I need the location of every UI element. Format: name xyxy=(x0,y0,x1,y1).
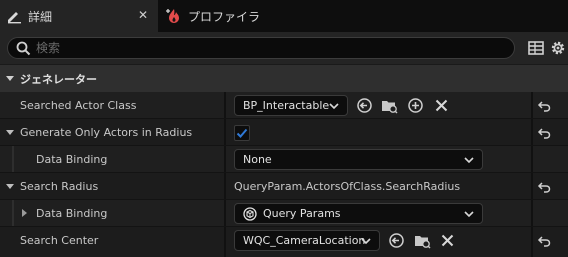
property-row-search-radius: Search Radius QueryParam.ActorsOfClass.S… xyxy=(0,173,568,200)
reset-to-default-icon[interactable] xyxy=(537,127,551,139)
chevron-down-icon xyxy=(361,238,371,245)
chevron-right-icon[interactable] xyxy=(22,209,27,217)
class-picker-combo[interactable]: BP_Interactable xyxy=(234,95,348,116)
property-label: Generate Only Actors in Radius xyxy=(20,126,193,139)
checkmark-icon xyxy=(236,128,248,138)
property-label: Data Binding xyxy=(36,207,108,220)
property-label: Search Radius xyxy=(20,180,99,193)
property-row-data-binding: Data Binding None xyxy=(0,146,568,173)
search-icon xyxy=(16,41,31,56)
divider xyxy=(531,173,533,200)
search-radius-value: QueryParam.ActorsOfClass.SearchRadius xyxy=(234,180,461,193)
section-generator[interactable]: ジェネレーター xyxy=(0,64,568,92)
close-icon[interactable]: ✕ xyxy=(136,8,150,22)
pencil-icon xyxy=(5,7,23,25)
tab-profiler-label: プロファイラ xyxy=(188,9,261,24)
use-selected-icon[interactable] xyxy=(388,232,405,249)
property-row-generate-only-in-radius: Generate Only Actors in Radius xyxy=(0,119,568,146)
browse-folder-icon[interactable] xyxy=(381,97,398,114)
generate-only-in-radius-checkbox[interactable] xyxy=(234,125,250,141)
section-label: ジェネレーター xyxy=(20,72,97,86)
clear-icon[interactable] xyxy=(439,232,456,249)
reset-to-default-icon[interactable] xyxy=(537,100,551,112)
tab-profiler[interactable]: プロファイラ xyxy=(160,0,290,32)
divider xyxy=(531,200,533,227)
chevron-down-icon[interactable] xyxy=(6,184,14,189)
divider xyxy=(224,227,226,257)
tab-details-label: 詳細 xyxy=(28,9,53,24)
indent-guide xyxy=(12,200,14,227)
query-params-icon xyxy=(243,206,257,221)
divider xyxy=(531,92,533,119)
data-binding-combo[interactable]: None xyxy=(234,149,483,170)
divider xyxy=(224,146,226,173)
divider xyxy=(224,119,226,146)
search-box[interactable] xyxy=(7,37,515,59)
gear-icon[interactable] xyxy=(549,39,567,57)
add-icon[interactable] xyxy=(407,97,424,114)
combo-value: None xyxy=(243,153,272,166)
browse-folder-icon[interactable] xyxy=(414,232,431,249)
property-row-searched-actor-class: Searched Actor Class BP_Interactable xyxy=(0,92,568,119)
property-label: Data Binding xyxy=(36,153,108,166)
divider xyxy=(224,92,226,119)
combo-value: WQC_CameraLocation xyxy=(243,234,366,247)
tab-bar: 詳細 ✕ プロファイラ xyxy=(0,0,568,32)
divider xyxy=(224,173,226,200)
combo-value: BP_Interactable xyxy=(243,99,330,112)
property-row-search-center: Search Center WQC_CameraLocation xyxy=(0,227,568,257)
chevron-down-icon xyxy=(6,76,14,81)
clear-icon[interactable] xyxy=(433,97,450,114)
reset-to-default-icon[interactable] xyxy=(537,235,551,247)
chevron-down-icon xyxy=(464,157,474,164)
search-center-combo[interactable]: WQC_CameraLocation xyxy=(234,230,380,251)
chevron-down-icon xyxy=(464,211,474,218)
chevron-down-icon[interactable] xyxy=(6,130,14,135)
property-label: Searched Actor Class xyxy=(20,99,137,112)
search-input[interactable] xyxy=(36,40,496,56)
use-selected-icon[interactable] xyxy=(356,97,373,114)
flame-icon xyxy=(165,7,183,25)
divider xyxy=(531,227,533,257)
divider xyxy=(531,146,533,173)
chevron-down-icon xyxy=(329,103,339,110)
table-view-icon[interactable] xyxy=(527,39,545,57)
divider xyxy=(531,119,533,146)
combo-value: Query Params xyxy=(263,207,341,220)
data-binding-combo[interactable]: Query Params xyxy=(234,203,483,224)
property-row-data-binding-query-params: Data Binding Query Params xyxy=(0,200,568,227)
divider xyxy=(224,200,226,227)
indent-guide xyxy=(12,146,14,173)
reset-to-default-icon[interactable] xyxy=(537,181,551,193)
tab-details[interactable]: 詳細 ✕ xyxy=(0,0,158,32)
property-label: Search Center xyxy=(20,234,99,247)
